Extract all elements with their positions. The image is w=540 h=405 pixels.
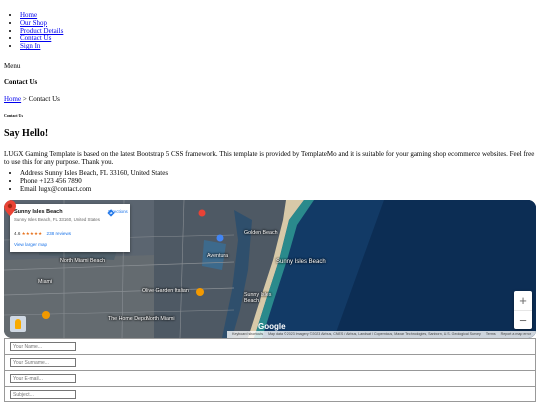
subject-input[interactable]	[10, 390, 76, 399]
intro-paragraph: LUGX Gaming Template is based on the lat…	[4, 150, 535, 166]
place-address: Sunny Isles Beach, FL 33160, United Stat…	[14, 217, 100, 222]
zoom-out-button[interactable]: −	[514, 311, 532, 330]
map-label-home-depot: The Home Depot	[108, 316, 149, 322]
directions-button[interactable]: Directions	[107, 209, 129, 217]
hello-heading: Say Hello!	[4, 128, 49, 139]
nav-link-contact[interactable]: Contact Us	[20, 34, 51, 42]
surname-input[interactable]	[10, 358, 76, 367]
form-row-subject	[4, 386, 536, 402]
map-label-sunny-isles: Sunny Isles Beach	[276, 259, 326, 265]
report-map-error-link[interactable]: Report a map error	[501, 332, 531, 336]
rating-stars-icon: ★★★★★	[21, 231, 43, 236]
zoom-in-button[interactable]: +	[514, 291, 532, 311]
place-rating: 4.6 ★★★★★ 238 reviews	[14, 231, 71, 237]
form-row-surname	[4, 354, 536, 370]
directions-icon	[107, 209, 115, 217]
map-label-olive-garden: Olive Garden Italian	[142, 288, 189, 294]
map-attribution: Keyboard shortcuts Map data ©2023 Imager…	[227, 331, 536, 338]
nav-link-sign-in[interactable]: Sign In	[20, 42, 40, 50]
map-label-aventura: Aventura	[207, 253, 229, 259]
place-card: Sunny Isles Beach Sunny Isles Beach, FL …	[10, 204, 130, 252]
map-data-text: Map data ©2023 Imagery ©2023 Airbus, CNE…	[268, 332, 481, 336]
view-larger-map-link[interactable]: View larger map	[14, 242, 47, 247]
map-label-miami: Miami	[38, 279, 53, 285]
page-title: Contact Us	[4, 78, 38, 86]
terms-link[interactable]: Terms	[486, 332, 496, 336]
nav-link-product-details[interactable]: Product Details	[20, 27, 63, 35]
menu-toggle[interactable]: Menu	[4, 62, 20, 70]
place-name: Sunny Isles Beach	[14, 209, 63, 215]
rating-value: 4.6	[14, 231, 21, 236]
section-label: Contact Us	[4, 113, 23, 118]
zoom-controls: + −	[514, 291, 532, 329]
nav-item-sign-in: Sign In	[20, 42, 63, 51]
main-nav: Home Our Shop Product Details Contact Us…	[0, 11, 63, 51]
nav-link-home[interactable]: Home	[20, 11, 37, 19]
email-input[interactable]	[10, 374, 76, 383]
google-logo: Google	[258, 322, 286, 331]
name-input[interactable]	[10, 342, 76, 351]
breadcrumb-current: Contact Us	[28, 95, 60, 103]
reviews-link[interactable]: 238 reviews	[47, 231, 72, 236]
contact-form	[4, 338, 536, 402]
nav-link-shop[interactable]: Our Shop	[20, 19, 47, 27]
location-pin-icon[interactable]	[4, 200, 16, 216]
form-row-email	[4, 370, 536, 386]
form-row-name	[4, 338, 536, 354]
email-item: Email lugx@contact.com	[20, 185, 168, 194]
google-map[interactable]: Sunny Isles Beach Sunny Isles Beach, FL …	[4, 200, 536, 338]
breadcrumb-separator: >	[21, 95, 29, 103]
keyboard-shortcuts-link[interactable]: Keyboard shortcuts	[232, 332, 263, 336]
map-label-north-miami-beach: North Miami Beach	[60, 258, 106, 264]
street-view-pegman-icon[interactable]	[10, 316, 26, 332]
contact-info-list: Address Sunny Isles Beach, FL 33160, Uni…	[0, 169, 168, 194]
breadcrumb-home-link[interactable]: Home	[4, 95, 21, 103]
breadcrumb: Home > Contact Us	[4, 95, 60, 103]
map-label-sunny-isles-small: Sunny Isles Beach	[244, 292, 272, 304]
map-label-golden-beach: Golden Beach	[244, 230, 278, 236]
map-label-north-miami: North Miami	[146, 316, 175, 322]
